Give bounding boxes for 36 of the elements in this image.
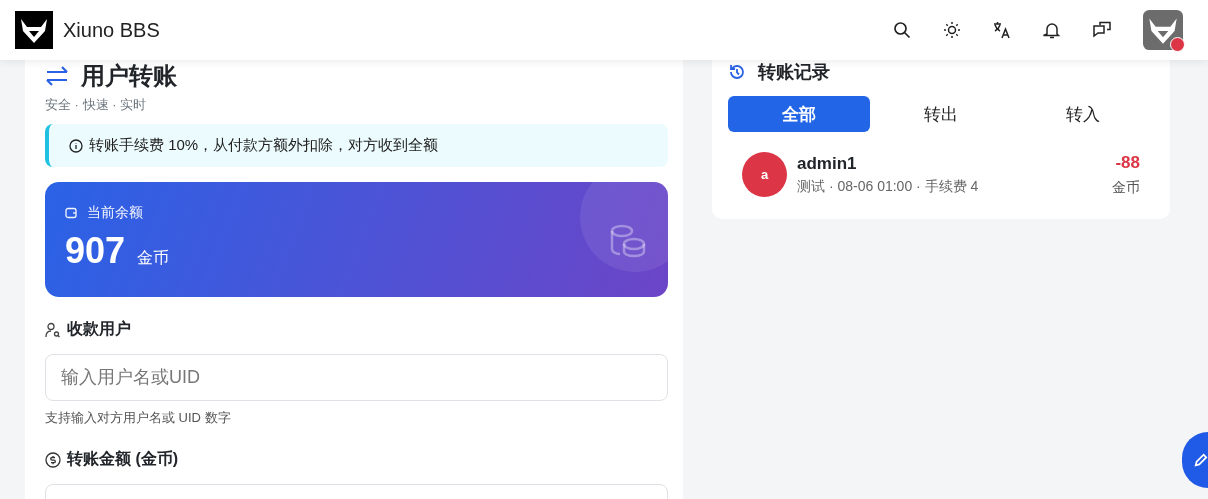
record-amount: -88 <box>1115 152 1140 173</box>
logo-icon[interactable] <box>15 11 53 49</box>
balance-label: 当前余额 <box>87 204 143 222</box>
pencil-icon <box>1194 452 1208 468</box>
site-name[interactable]: Xiuno BBS <box>63 18 160 42</box>
record-username: admin1 <box>797 153 858 174</box>
username-input[interactable]: 输入用户名或UID <box>45 354 668 401</box>
record-details: 测试 · 08-06 01:00 · 手续费 4 <box>797 177 980 196</box>
page-subtitle: 安全 · 快速 · 实时 <box>45 96 147 114</box>
dollar-icon <box>45 451 61 468</box>
sun-icon[interactable] <box>943 21 961 39</box>
record-unit: 金币 <box>1112 178 1140 197</box>
field-hint: 支持输入对方用户名或 UID 数字 <box>45 409 231 427</box>
filter-tab[interactable]: 转出 <box>870 96 1012 132</box>
filter-tab[interactable]: 全部 <box>728 96 870 132</box>
records-title: 转账记录 <box>758 61 830 84</box>
info-icon <box>69 138 83 153</box>
search-icon[interactable] <box>893 21 911 39</box>
user-avatar[interactable] <box>1143 10 1183 50</box>
edit-button[interactable] <box>1182 432 1208 488</box>
translate-icon[interactable] <box>993 21 1011 39</box>
balance-unit: 金币 <box>137 248 170 268</box>
coins-icon <box>610 224 646 258</box>
balance-amount: 907 <box>65 230 126 272</box>
fee-notice: 转账手续费 10%，从付款方额外扣除，对方收到全额 <box>45 124 668 167</box>
user-search-icon <box>45 321 61 338</box>
history-icon <box>728 63 746 81</box>
filter-tab[interactable]: 转入 <box>1012 96 1154 132</box>
user-avatar: a <box>742 152 787 197</box>
wallet-icon <box>65 207 77 219</box>
swap-arrows-icon <box>45 66 69 86</box>
field-label: 收款用户 <box>67 319 131 339</box>
bell-icon[interactable] <box>1043 21 1061 39</box>
page-title: 用户转账 <box>81 61 177 91</box>
chat-icon[interactable] <box>1093 21 1111 39</box>
field-label: 转账金额 (金币) <box>67 449 179 469</box>
